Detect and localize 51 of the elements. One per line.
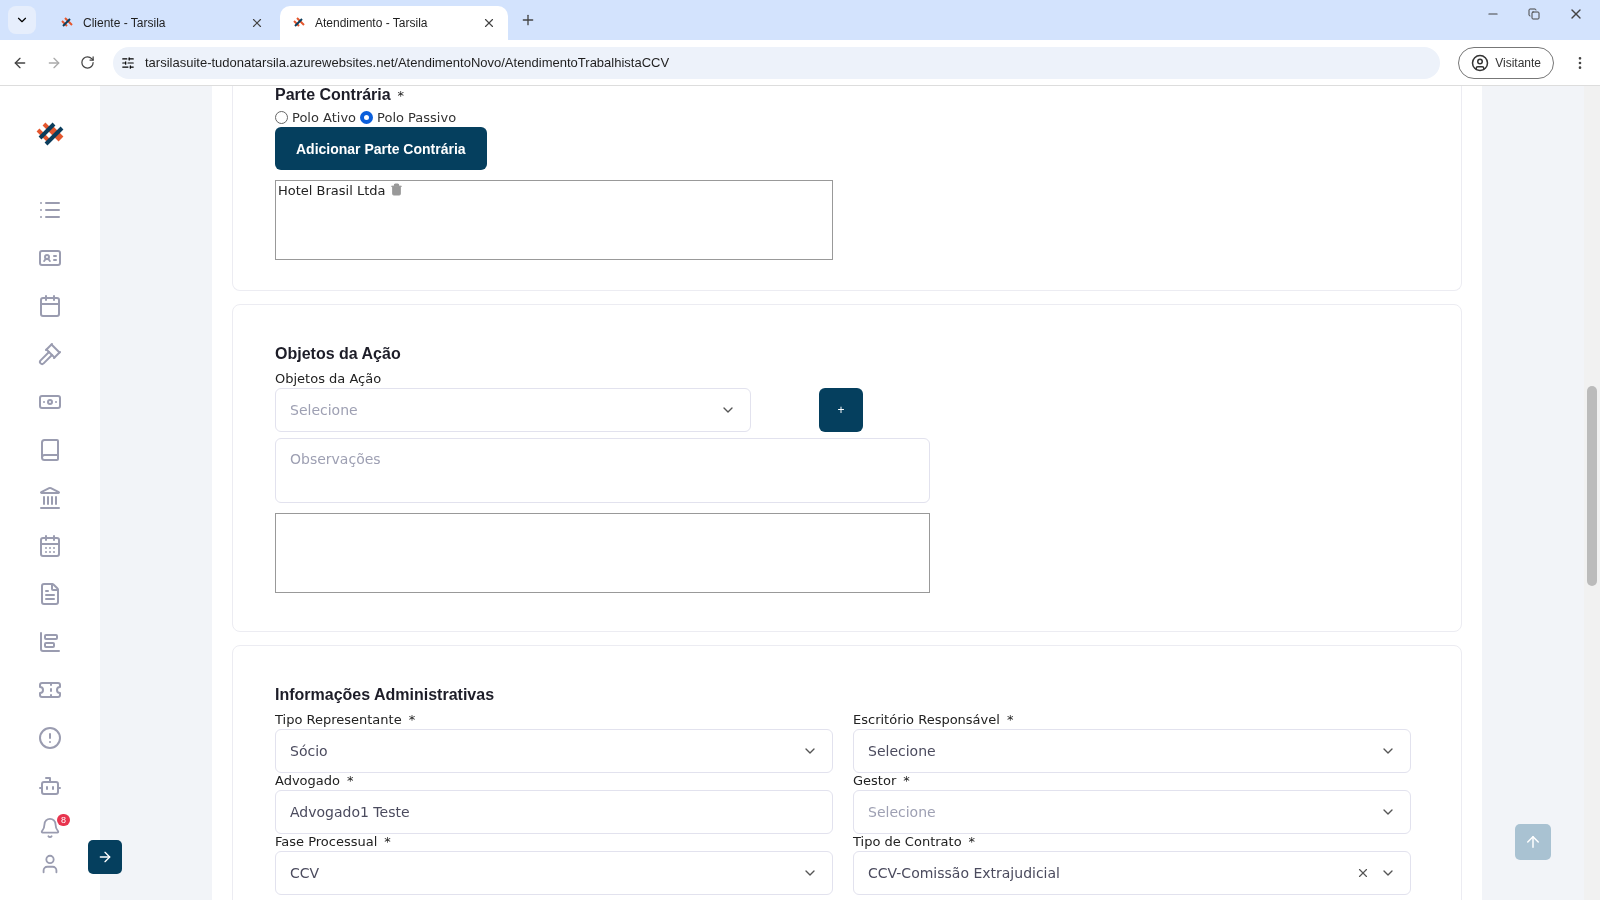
tab-title: Atendimento - Tarsila: [315, 16, 429, 30]
clear-icon[interactable]: [1356, 866, 1370, 880]
radio-label: Polo Passivo: [377, 110, 457, 125]
arrow-right-icon: [97, 849, 113, 865]
close-tab-icon[interactable]: [250, 16, 264, 30]
required-mark: *: [1006, 712, 1014, 727]
tab-title: Cliente - Tarsila: [83, 16, 167, 30]
expand-sidebar-button[interactable]: [88, 840, 122, 874]
select-field[interactable]: Selecione: [853, 729, 1411, 773]
new-tab-icon[interactable]: [520, 12, 536, 28]
add-button[interactable]: +: [819, 388, 863, 432]
section-title: Informações Administrativas: [275, 686, 495, 704]
party-name: Hotel Brasil Ltda: [278, 183, 386, 198]
browser-tab[interactable]: Cliente - Tarsila: [48, 6, 276, 40]
trash-icon[interactable]: [389, 183, 403, 196]
notifications-button[interactable]: 8: [30, 810, 70, 846]
required-mark: *: [384, 834, 391, 849]
restore-icon[interactable]: [1528, 6, 1540, 22]
select-field[interactable]: CCV: [275, 851, 833, 895]
add-party-button[interactable]: Adicionar Parte Contrária: [275, 127, 487, 170]
required-mark: *: [397, 88, 405, 103]
bell-icon: [39, 817, 61, 839]
field-label: Tipo de Contrato: [853, 834, 962, 849]
section-title: Parte Contrária: [275, 86, 391, 104]
required-mark: *: [347, 773, 354, 788]
field-label: Objetos da Ação: [275, 371, 382, 386]
url-text: tarsilasuite-tudonatarsila.azurewebsites.net/AtendimentoNovo/AtendimentoTrabalhistaCCV: [145, 55, 670, 70]
required-mark: *: [408, 712, 416, 727]
profile-button[interactable]: Visitante: [1458, 46, 1554, 79]
select-field[interactable]: Sócio: [275, 729, 833, 773]
field-label: Fase Processual: [275, 834, 378, 849]
select-field[interactable]: CCV-Comissão Extrajudicial: [853, 851, 1411, 895]
address-bar[interactable]: tarsilasuite-tudonatarsila.azurewebsites.net/AtendimentoNovo/AtendimentoTrabalhistaCCV: [113, 46, 1441, 79]
notification-badge: 8: [57, 814, 70, 826]
user-icon: [1471, 53, 1490, 72]
section-title: Objetos da Ação: [275, 345, 401, 363]
field-label: Gestor: [853, 773, 897, 788]
required-mark: *: [903, 773, 910, 788]
scrollbar-thumb[interactable]: [1587, 386, 1597, 586]
browser-tab[interactable]: Atendimento - Tarsila: [280, 6, 508, 40]
scroll-top-button[interactable]: [1515, 824, 1551, 860]
input-field[interactable]: Advogado1 Teste: [275, 790, 833, 834]
tab-list-button[interactable]: [8, 6, 36, 34]
field-label: Escritório Responsável: [853, 712, 1000, 727]
field-label: Advogado: [275, 773, 340, 788]
field-label: Tipo Representante: [275, 712, 402, 727]
close-tab-icon[interactable]: [482, 16, 496, 30]
radio-label: Polo Ativo: [292, 110, 357, 125]
required-mark: *: [968, 834, 976, 849]
site-settings-icon[interactable]: [121, 55, 135, 70]
reload-icon[interactable]: [80, 55, 95, 70]
